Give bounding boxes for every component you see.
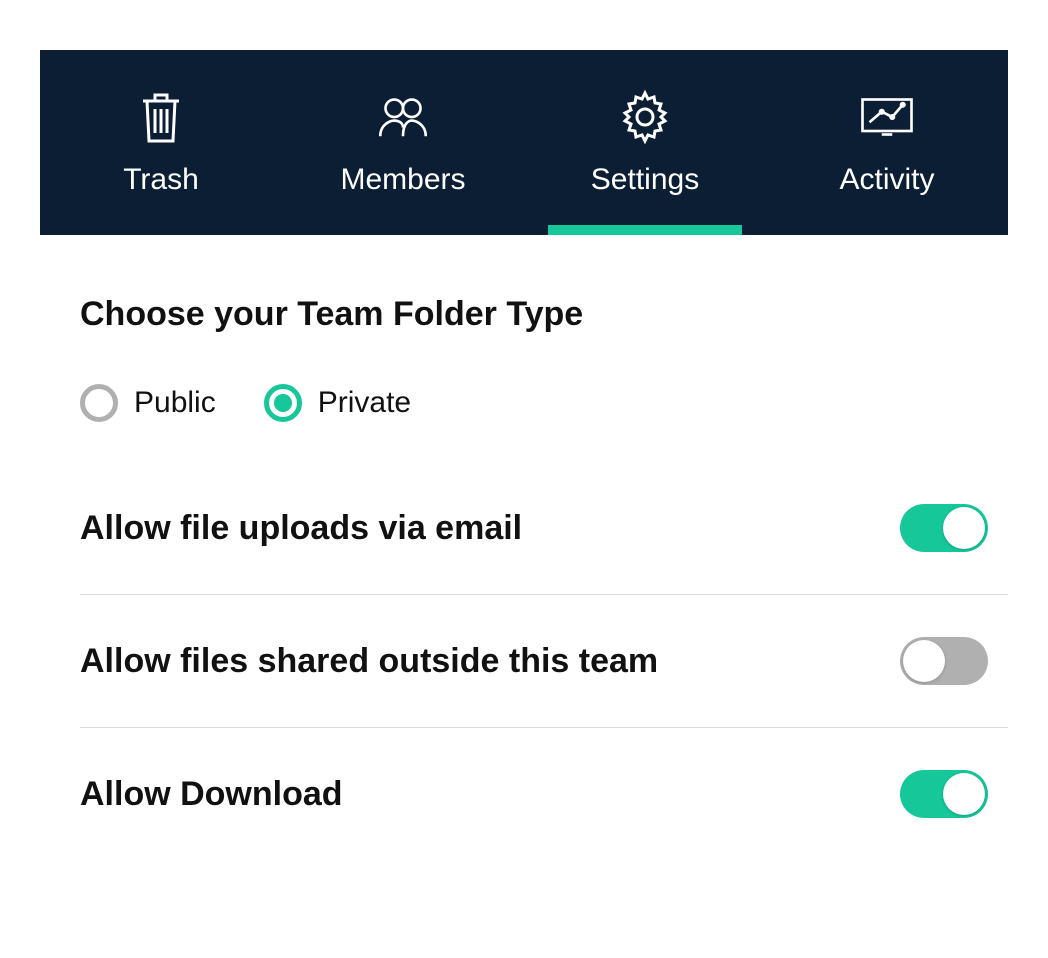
tab-trash[interactable]: Trash — [40, 50, 282, 235]
tab-bar: Trash Members Settings — [40, 50, 1008, 235]
settings-content: Choose your Team Folder Type Public Priv… — [0, 235, 1048, 860]
setting-uploads-email-label: Allow file uploads via email — [80, 509, 522, 548]
tab-settings[interactable]: Settings — [524, 50, 766, 235]
radio-private[interactable]: Private — [264, 384, 411, 422]
toggle-knob — [903, 640, 945, 682]
tab-members[interactable]: Members — [282, 50, 524, 235]
tab-underline — [548, 225, 742, 235]
setting-row-uploads-email: Allow file uploads via email — [80, 462, 1008, 595]
gear-icon — [617, 89, 673, 145]
activity-icon — [859, 89, 915, 145]
radio-private-label: Private — [318, 386, 411, 420]
toggle-share-outside[interactable] — [900, 637, 988, 685]
setting-share-outside-label: Allow files shared outside this team — [80, 642, 658, 681]
setting-download-label: Allow Download — [80, 775, 343, 814]
toggle-uploads-email[interactable] — [900, 504, 988, 552]
setting-row-download: Allow Download — [80, 728, 1008, 860]
tab-members-label: Members — [340, 163, 465, 197]
toggle-knob — [943, 507, 985, 549]
toggle-knob — [943, 773, 985, 815]
radio-public[interactable]: Public — [80, 384, 216, 422]
members-icon — [375, 89, 431, 145]
tab-settings-label: Settings — [591, 163, 699, 197]
radio-public-label: Public — [134, 386, 216, 420]
radio-private-circle — [264, 384, 302, 422]
radio-private-inner — [274, 394, 292, 412]
section-title: Choose your Team Folder Type — [80, 295, 1008, 334]
tab-trash-label: Trash — [123, 163, 199, 197]
tab-activity[interactable]: Activity — [766, 50, 1008, 235]
setting-row-share-outside: Allow files shared outside this team — [80, 595, 1008, 728]
toggle-download[interactable] — [900, 770, 988, 818]
trash-icon — [133, 89, 189, 145]
tab-activity-label: Activity — [839, 163, 934, 197]
folder-type-radio-group: Public Private — [80, 384, 1008, 422]
radio-public-circle — [80, 384, 118, 422]
